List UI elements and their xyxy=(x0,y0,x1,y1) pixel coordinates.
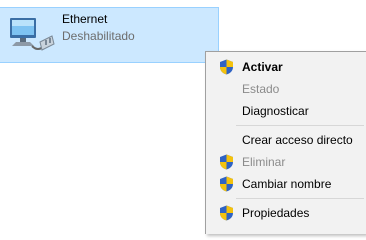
menu-item-activar[interactable]: Activar xyxy=(206,56,366,78)
uac-shield-icon xyxy=(220,59,233,75)
menu-label-crear-acceso-directo: Crear acceso directo xyxy=(242,133,353,147)
context-menu: Activar Estado Diagnosticar Crear acceso… xyxy=(205,51,366,234)
menu-item-cambiar-nombre[interactable]: Cambiar nombre xyxy=(206,173,366,195)
network-adapter-icon xyxy=(10,18,55,51)
menu-item-eliminar: Eliminar xyxy=(206,151,366,173)
adapter-name: Ethernet xyxy=(62,12,108,26)
menu-label-activar: Activar xyxy=(242,60,283,74)
network-adapter-item[interactable]: Ethernet Deshabilitado xyxy=(0,7,219,63)
menu-item-estado: Estado xyxy=(206,78,366,100)
menu-label-propiedades: Propiedades xyxy=(242,206,310,220)
menu-item-diagnosticar[interactable]: Diagnosticar xyxy=(206,100,366,122)
adapter-status: Deshabilitado xyxy=(62,29,135,43)
uac-shield-icon xyxy=(220,154,233,170)
uac-shield-icon xyxy=(220,176,233,192)
menu-label-diagnosticar: Diagnosticar xyxy=(242,104,309,118)
menu-label-cambiar-nombre: Cambiar nombre xyxy=(242,177,332,191)
menu-label-eliminar: Eliminar xyxy=(242,155,286,169)
menu-label-estado: Estado xyxy=(242,82,280,96)
network-connections-window: Ethernet Deshabilitado Activar Estado Di… xyxy=(0,0,366,234)
uac-shield-icon xyxy=(220,205,233,221)
menu-item-propiedades[interactable]: Propiedades xyxy=(206,202,366,224)
menu-separator xyxy=(236,198,364,199)
menu-separator xyxy=(236,125,364,126)
menu-item-crear-acceso-directo[interactable]: Crear acceso directo xyxy=(206,129,366,151)
